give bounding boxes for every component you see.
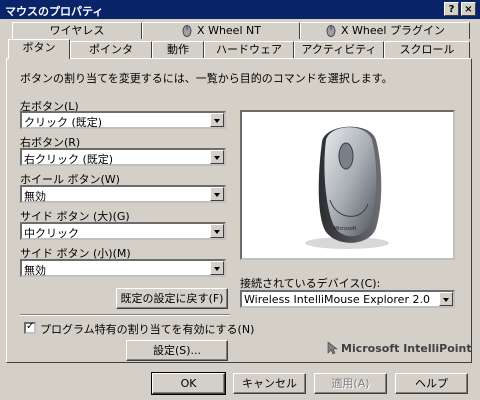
- left-button-select[interactable]: クリック (既定): [20, 111, 226, 129]
- chevron-down-icon[interactable]: [439, 292, 453, 306]
- tab-label: 動作: [167, 43, 189, 56]
- tab-label: アクティビティ: [301, 43, 377, 56]
- tab-scroll[interactable]: スクロール: [384, 41, 470, 58]
- program-specific-checkbox[interactable]: [24, 321, 36, 334]
- tab-label: ボタン: [22, 41, 56, 54]
- tab-label: X Wheel NT: [197, 24, 261, 37]
- left-button-value: クリック (既定): [24, 116, 103, 129]
- ok-button[interactable]: OK: [151, 372, 226, 395]
- close-button[interactable]: ×: [461, 2, 476, 16]
- restore-defaults-button[interactable]: 既定の設定に戻す(F): [116, 288, 228, 309]
- window-title: マウスのプロパティ: [5, 5, 104, 18]
- settings-button[interactable]: 設定(S)...: [126, 340, 228, 361]
- mouse-icon: [326, 25, 336, 37]
- wheel-button-value: 無効: [24, 190, 46, 203]
- side-small-button-value: 無効: [24, 264, 46, 277]
- help-title-button[interactable]: ?: [444, 2, 459, 16]
- tab-label: ハードウェア: [216, 43, 282, 56]
- help-button[interactable]: ヘルプ: [395, 373, 468, 394]
- right-button-value: 右クリック (既定): [24, 153, 114, 166]
- tab-pointer[interactable]: ポインタ: [70, 41, 152, 58]
- brand-logo: Microsoft IntelliPoint: [341, 342, 472, 355]
- chevron-down-icon[interactable]: [210, 224, 224, 238]
- tab-motion[interactable]: 動作: [152, 41, 204, 58]
- tab-xwheel-plugin[interactable]: X Wheel プラグイン: [300, 22, 470, 39]
- tab-wireless[interactable]: ワイヤレス: [12, 22, 142, 39]
- apply-button[interactable]: 適用(A): [314, 373, 387, 394]
- tab-hardware[interactable]: ハードウェア: [204, 41, 294, 58]
- svg-text:Microsoft: Microsoft: [334, 226, 357, 232]
- side-large-button-select[interactable]: 中クリック: [20, 222, 226, 240]
- chevron-down-icon[interactable]: [210, 261, 224, 275]
- device-select[interactable]: Wireless IntelliMouse Explorer 2.0: [240, 290, 455, 308]
- chevron-down-icon[interactable]: [210, 150, 224, 164]
- program-specific-label: プログラム特有の割り当てを有効にする(N): [40, 323, 255, 336]
- mouse-icon: [182, 25, 192, 37]
- tab-label: ポインタ: [89, 43, 133, 56]
- tab-label: ワイヤレス: [49, 24, 105, 37]
- pointer-logo-icon: [327, 341, 338, 355]
- wheel-button-select[interactable]: 無効: [20, 185, 226, 203]
- side-small-button-select[interactable]: 無効: [20, 259, 226, 277]
- side-large-button-value: 中クリック: [24, 227, 79, 240]
- tab-buttons[interactable]: ボタン: [8, 39, 70, 59]
- device-value: Wireless IntelliMouse Explorer 2.0: [244, 293, 430, 306]
- device-label: 接続されているデバイス(C):: [240, 277, 381, 290]
- chevron-down-icon[interactable]: [210, 187, 224, 201]
- title-bar: マウスのプロパティ ? ×: [0, 0, 480, 19]
- mouse-preview: Microsoft: [240, 110, 455, 260]
- right-button-select[interactable]: 右クリック (既定): [20, 148, 226, 166]
- instruction-text: ボタンの割り当てを変更するには、一覧から目的のコマンドを選択します。: [20, 72, 393, 85]
- tab-label: スクロール: [399, 43, 455, 56]
- separator: [20, 314, 230, 316]
- tab-xwheel-nt[interactable]: X Wheel NT: [142, 22, 300, 39]
- mouse-image: Microsoft: [305, 126, 389, 249]
- tab-label: X Wheel プラグイン: [341, 24, 445, 37]
- cancel-button[interactable]: キャンセル: [233, 373, 306, 394]
- tab-activity[interactable]: アクティビティ: [294, 41, 384, 58]
- chevron-down-icon[interactable]: [210, 113, 224, 127]
